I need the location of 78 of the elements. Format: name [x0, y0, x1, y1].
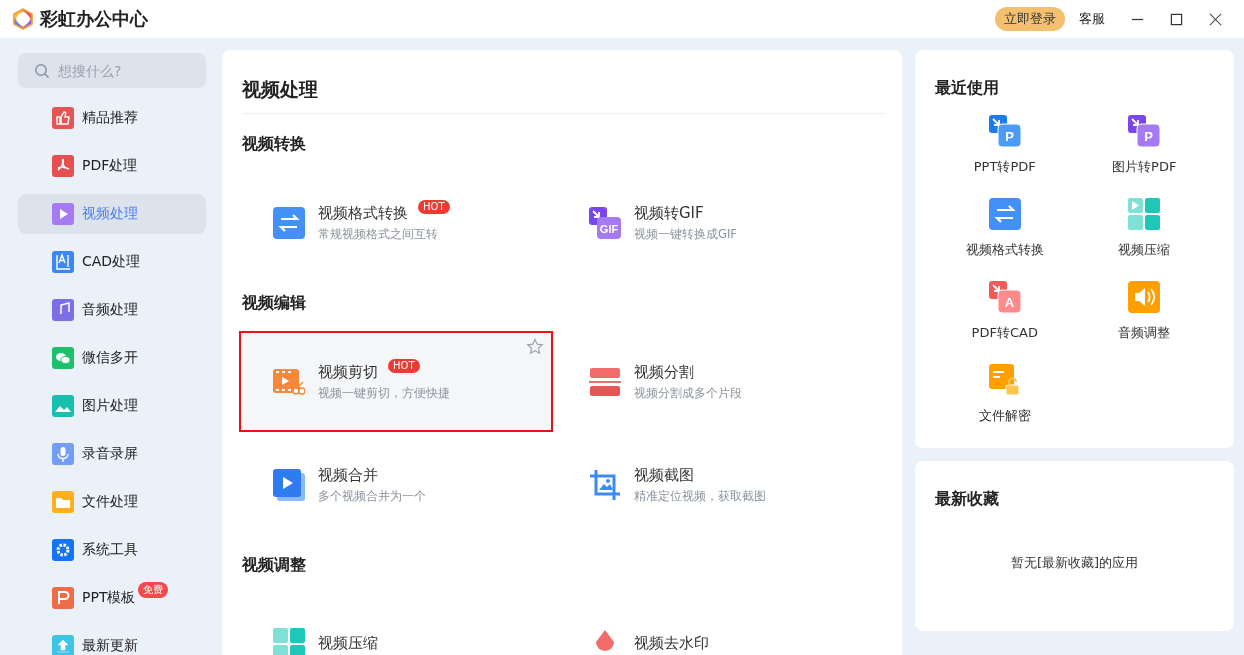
logo-icon: [12, 8, 34, 30]
recent-app[interactable]: A PDF转CAD: [935, 281, 1075, 342]
letter-p-icon: [52, 587, 74, 609]
tool-card[interactable]: 视频合并 多个视频合并为一个: [239, 434, 553, 535]
tool-description: 视频一键转换成GIF: [634, 226, 737, 242]
free-badge: 免费: [138, 582, 169, 598]
recent-app[interactable]: 视频格式转换: [935, 198, 1075, 259]
close-icon[interactable]: [1209, 12, 1222, 26]
tool-card[interactable]: GIF 视频转GIF 视频一键转换成GIF: [555, 172, 869, 273]
swap-arrows-icon: [273, 206, 305, 239]
upload-icon: [52, 635, 74, 655]
tool-description: 精准定位视频，获取截图: [634, 488, 766, 504]
sidebar-item[interactable]: CAD处理: [18, 242, 206, 282]
thumbs-up-icon: [52, 107, 74, 129]
tool-description: 常规视频格式之间互转: [318, 226, 438, 242]
tool-name: 视频转GIF: [634, 203, 704, 223]
image-icon: [52, 395, 74, 417]
pdf-icon: [52, 155, 74, 177]
sidebar-item[interactable]: 图片处理: [18, 386, 206, 426]
tool-card[interactable]: 视频格式转换 HOT 常规视频格式之间互转: [239, 172, 553, 273]
speaker-icon: [1128, 281, 1161, 313]
recent-app[interactable]: 音频调整: [1074, 281, 1214, 342]
sidebar-item[interactable]: 最新更新: [18, 626, 206, 655]
gear-icon: [52, 539, 74, 561]
crop-image-icon: [589, 468, 621, 501]
tool-name: 视频截图: [634, 465, 694, 485]
drafting-icon: [52, 251, 74, 273]
sidebar-item[interactable]: 音频处理: [18, 290, 206, 330]
tool-description: 多个视频合并为一个: [318, 488, 426, 504]
hot-badge: HOT: [418, 199, 450, 214]
tool-card[interactable]: 视频分割 视频分割成多个片段: [555, 331, 869, 432]
tool-card[interactable]: 视频压缩: [239, 593, 553, 655]
sidebar-item[interactable]: 文件处理: [18, 482, 206, 522]
sidebar-item[interactable]: 微信多开: [18, 338, 206, 378]
tool-card[interactable]: 视频去水印: [555, 593, 869, 655]
recent-app[interactable]: P PPT转PDF: [935, 115, 1075, 176]
tool-description: 视频分割成多个片段: [634, 385, 742, 401]
section-title: 视频转换: [242, 134, 307, 155]
page-title: 视频处理: [242, 77, 885, 114]
panel-title: 最近使用: [935, 78, 1000, 99]
recent-app[interactable]: 视频压缩: [1074, 198, 1214, 259]
search-field[interactable]: 想搜什么?: [18, 53, 206, 88]
empty-message: 暂无[最新收藏]的应用: [1009, 554, 1140, 572]
customer-service-link[interactable]: 客服: [1079, 10, 1105, 28]
document-lock-icon: [988, 364, 1021, 396]
compress-arrows-icon: [1128, 198, 1161, 230]
tool-name: 视频格式转换: [318, 203, 408, 223]
app-title: 彩虹办公中心: [40, 7, 148, 31]
tool-card[interactable]: 视频剪切 HOT 视频一键剪切，方便快捷: [239, 331, 553, 432]
maximize-icon[interactable]: [1170, 12, 1183, 26]
sidebar-item[interactable]: 录音录屏: [18, 434, 206, 474]
section-title: 视频编辑: [242, 293, 307, 314]
swap-arrows-icon: [988, 198, 1021, 230]
sidebar-item[interactable]: PPT模板 免费: [18, 578, 206, 618]
tool-name: 视频压缩: [318, 634, 378, 653]
sidebar-item[interactable]: 精品推荐: [18, 98, 206, 138]
panel-title: 最新收藏: [935, 489, 1000, 510]
folder-icon: [52, 491, 74, 513]
play-icon: [52, 203, 74, 225]
hot-badge: HOT: [388, 358, 420, 373]
tool-name: 视频合并: [318, 465, 378, 485]
compress-arrows-icon: [273, 627, 305, 655]
recent-app[interactable]: 文件解密: [935, 364, 1075, 425]
sidebar-item[interactable]: 系统工具: [18, 530, 206, 570]
recent-app[interactable]: P 图片转PDF: [1074, 115, 1214, 176]
split-bars-icon: [589, 365, 621, 398]
stacked-play-icon: [273, 468, 305, 501]
sidebar-item[interactable]: PDF处理: [18, 146, 206, 186]
tool-name: 视频去水印: [634, 634, 709, 653]
login-button[interactable]: 立即登录: [995, 7, 1065, 31]
section-title: 视频调整: [242, 555, 307, 576]
chat-bubbles-icon: [52, 347, 74, 369]
tool-name: 视频剪切: [318, 362, 378, 382]
star-icon[interactable]: [526, 338, 544, 356]
tool-name: 视频分割: [634, 362, 694, 382]
tool-card[interactable]: 视频截图 精准定位视频，获取截图: [555, 434, 869, 535]
tool-description: 视频一键剪切，方便快捷: [318, 385, 450, 401]
microphone-icon: [52, 443, 74, 465]
